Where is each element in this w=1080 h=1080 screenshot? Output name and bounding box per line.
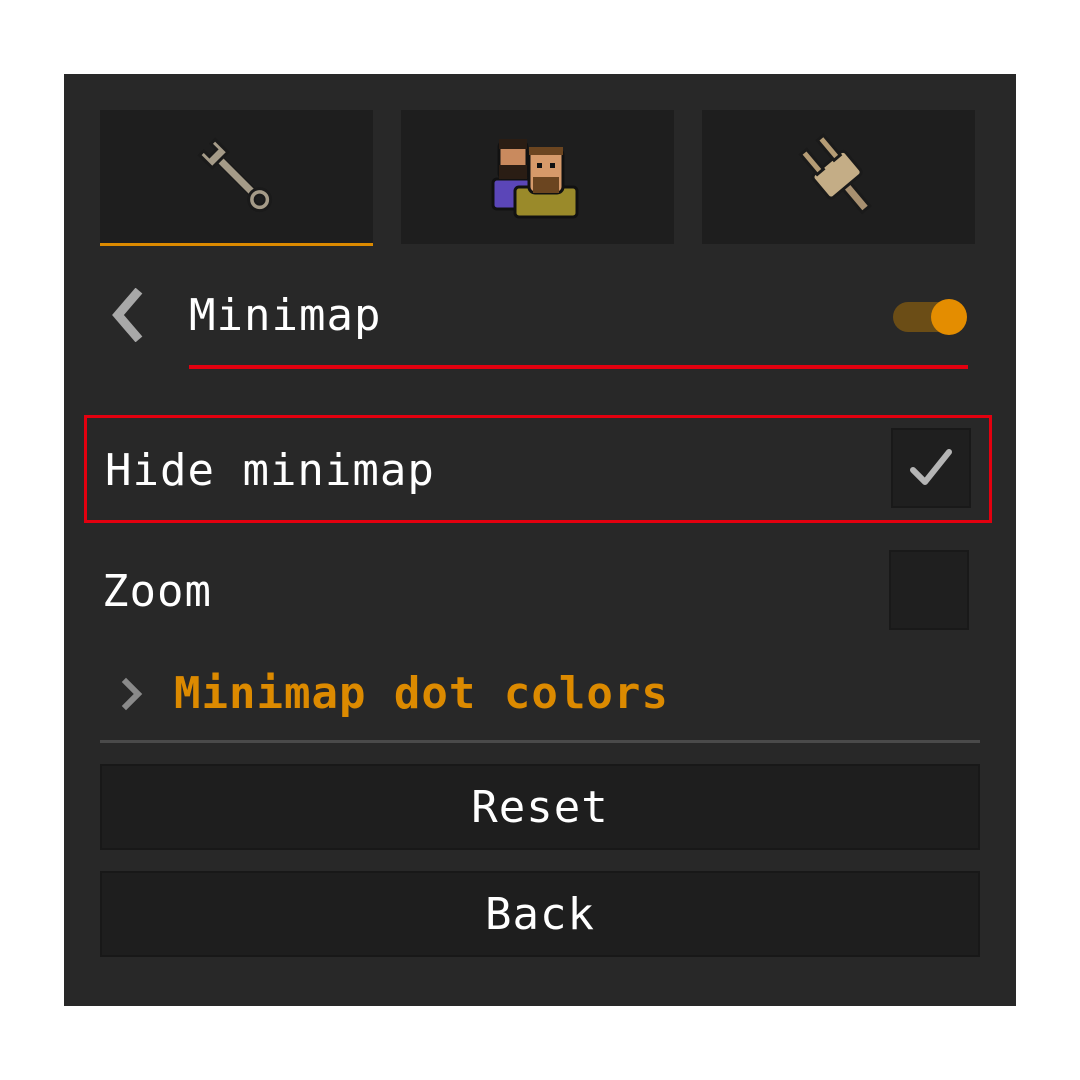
option-label: Zoom (102, 566, 212, 617)
minimap-toggle[interactable] (893, 299, 969, 335)
zoom-checkbox[interactable] (889, 550, 969, 630)
settings-panel: Minimap Hide minimap Zoom Minimap dot co… (64, 74, 1016, 1006)
plugin-icon (797, 133, 872, 215)
option-zoom[interactable]: Zoom (84, 542, 986, 644)
toggle-knob (931, 299, 967, 335)
wrench-icon (196, 137, 272, 213)
title-underline (189, 365, 968, 369)
reset-button[interactable]: Reset (100, 764, 980, 850)
tab-settings[interactable] (100, 110, 373, 246)
chevron-right-icon (121, 677, 143, 711)
option-label: Hide minimap (105, 445, 435, 496)
friends-icon (491, 139, 578, 219)
back-chevron-icon[interactable] (106, 288, 150, 342)
selected-tab-indicator (100, 243, 373, 246)
tab-plugins[interactable] (702, 110, 975, 244)
sub-section-label: Minimap dot colors (174, 668, 669, 719)
section-title: Minimap (189, 290, 382, 341)
hide-minimap-checkbox[interactable] (891, 428, 971, 508)
back-button[interactable]: Back (100, 871, 980, 957)
minimap-dot-colors-section[interactable]: Minimap dot colors (120, 664, 720, 724)
divider (100, 740, 980, 743)
option-hide-minimap[interactable]: Hide minimap (84, 415, 992, 523)
checkmark-icon (910, 449, 952, 485)
tab-friends[interactable] (401, 110, 674, 244)
